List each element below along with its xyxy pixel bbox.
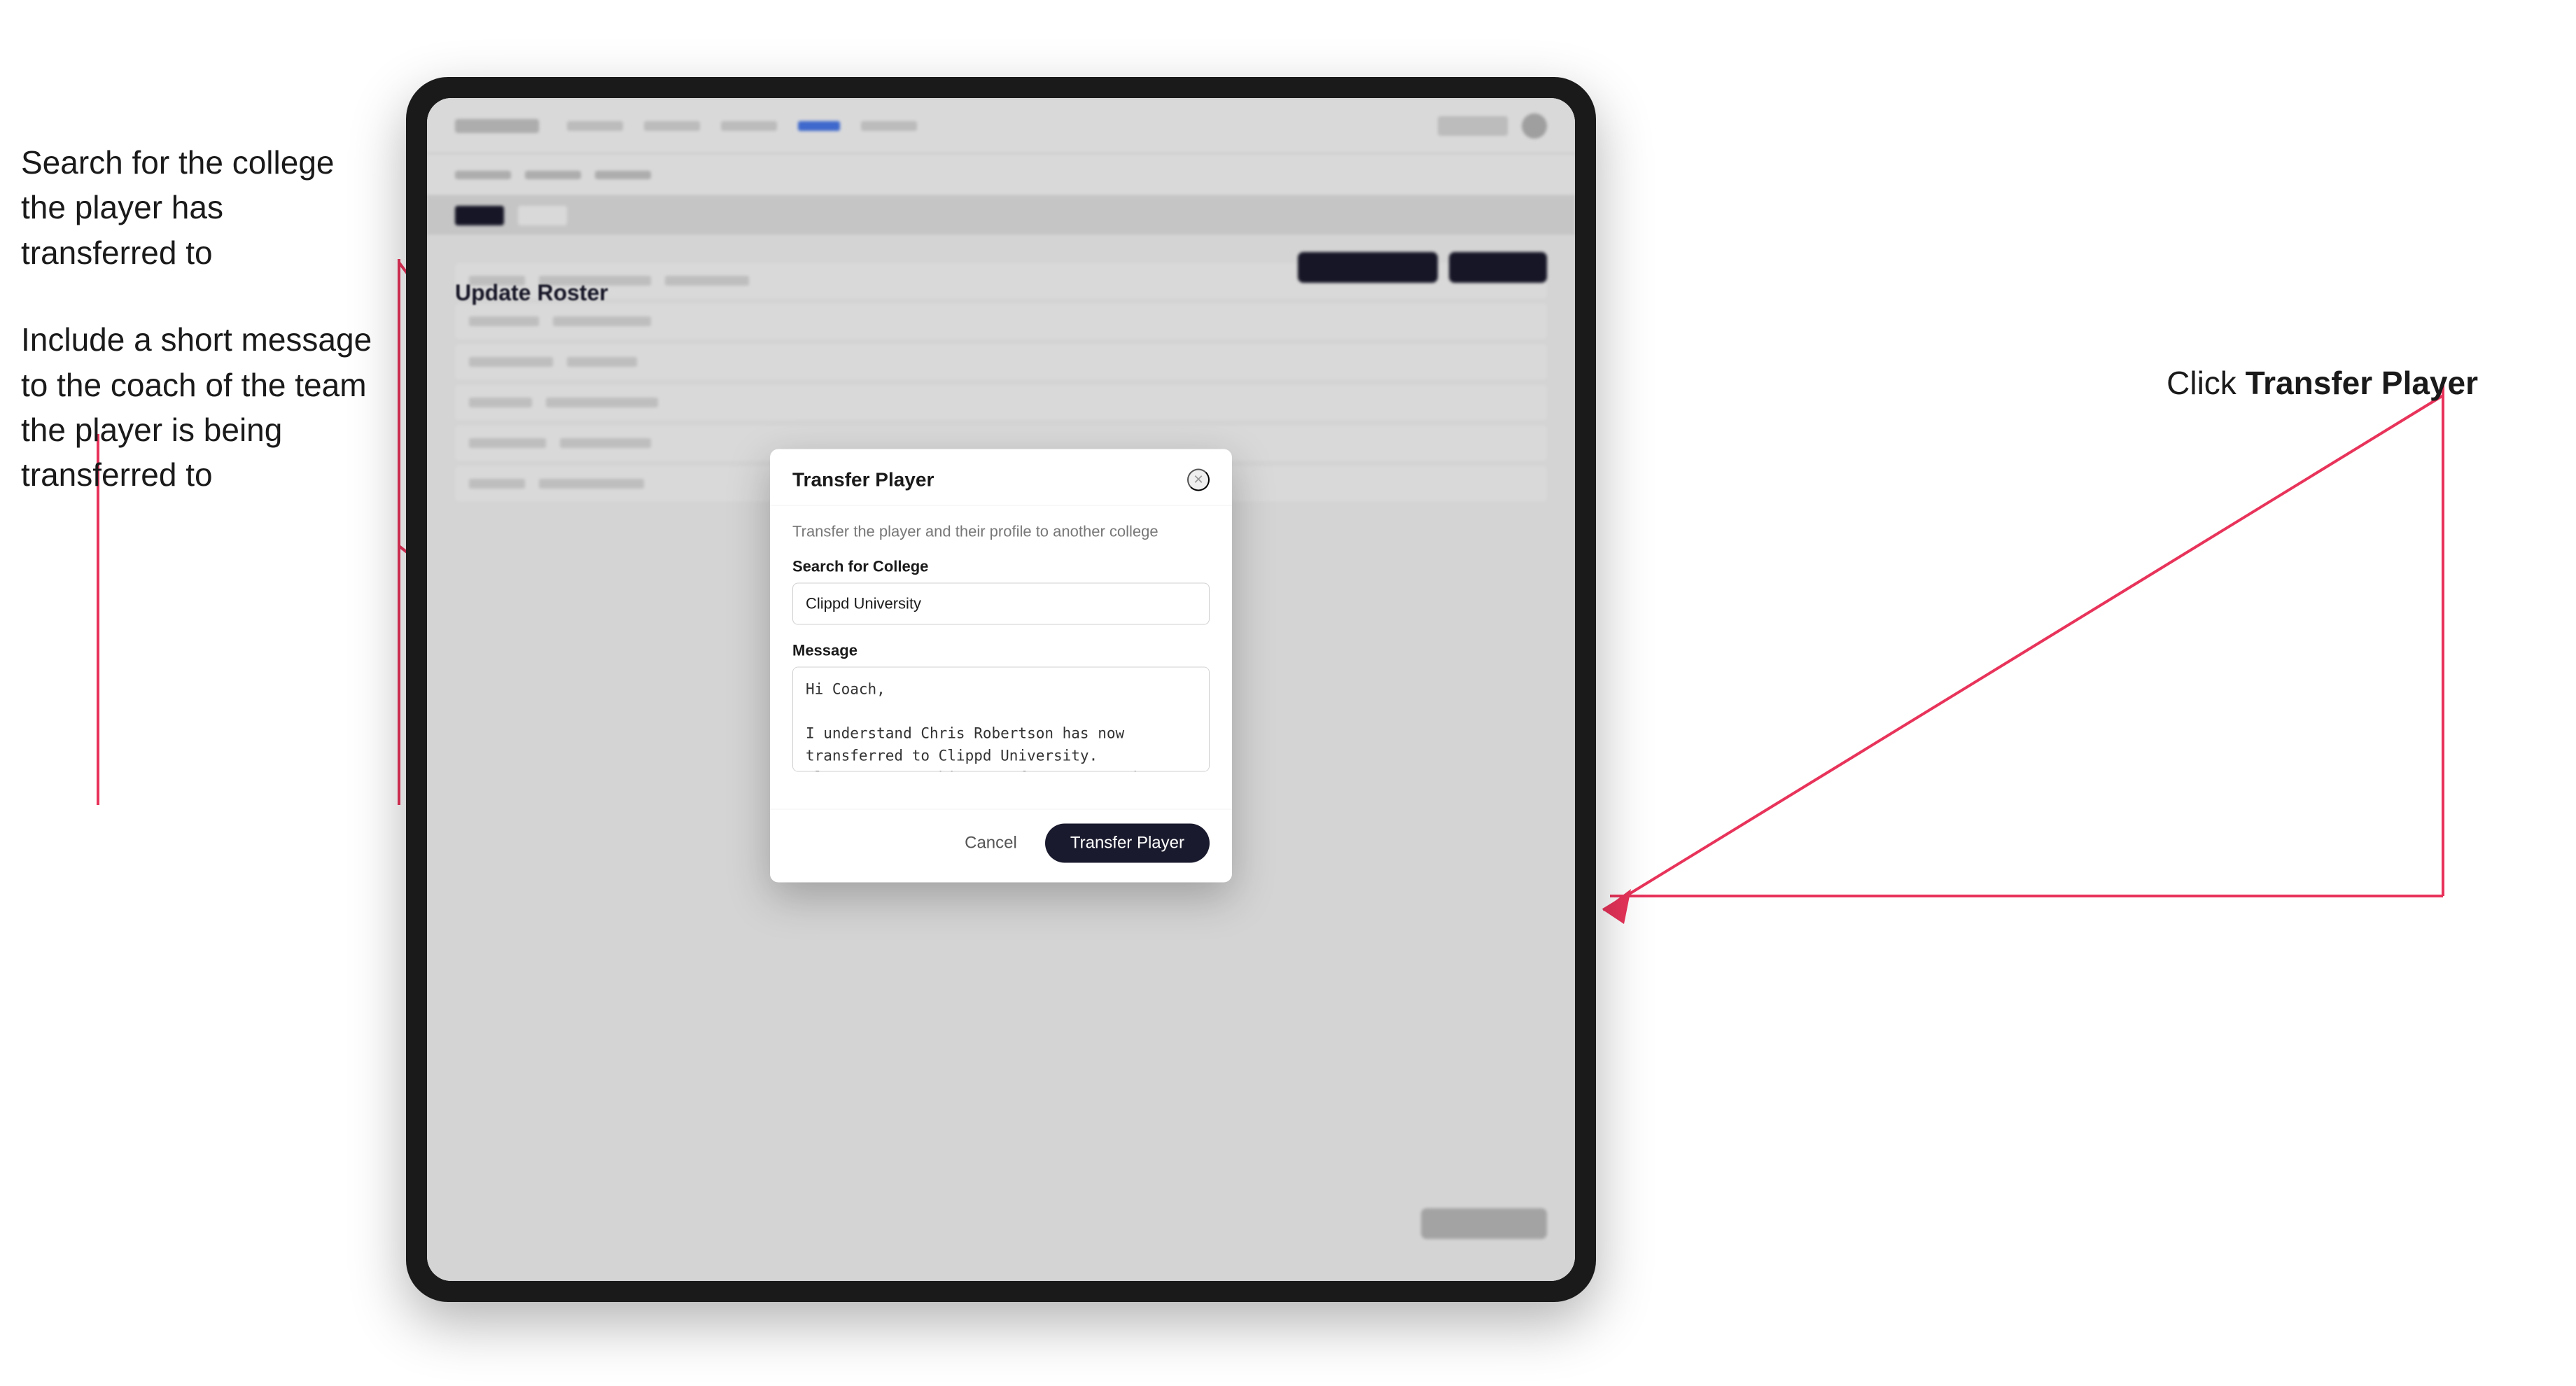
transfer-player-modal: Transfer Player × Transfer the player an…: [770, 449, 1232, 883]
tablet-screen: Update Roster Transfer Player × Transfer…: [427, 98, 1575, 1281]
annotation-left: Search for the college the player has tr…: [21, 140, 385, 540]
tablet-device: Update Roster Transfer Player × Transfer…: [406, 77, 1596, 1302]
annotation-click-text: Click: [2166, 365, 2245, 401]
annotation-message-text: Include a short messageto the coach of t…: [21, 317, 385, 498]
search-college-label: Search for College: [792, 558, 1210, 576]
modal-header: Transfer Player ×: [770, 449, 1232, 506]
transfer-player-button[interactable]: Transfer Player: [1045, 824, 1210, 863]
modal-close-button[interactable]: ×: [1187, 469, 1210, 491]
cancel-button[interactable]: Cancel: [951, 825, 1031, 862]
annotation-right: Click Transfer Player: [2166, 364, 2478, 402]
search-college-input[interactable]: [792, 583, 1210, 625]
modal-body: Transfer the player and their profile to…: [770, 506, 1232, 809]
search-college-group: Search for College: [792, 558, 1210, 625]
annotation-search-text: Search for the college the player has tr…: [21, 140, 385, 275]
message-textarea[interactable]: Hi Coach, I understand Chris Robertson h…: [792, 667, 1210, 772]
modal-footer: Cancel Transfer Player: [770, 809, 1232, 883]
modal-title: Transfer Player: [792, 469, 934, 491]
message-label: Message: [792, 642, 1210, 660]
modal-subtitle: Transfer the player and their profile to…: [792, 523, 1210, 541]
message-group: Message Hi Coach, I understand Chris Rob…: [792, 642, 1210, 776]
annotation-transfer-bold: Transfer Player: [2246, 365, 2478, 401]
